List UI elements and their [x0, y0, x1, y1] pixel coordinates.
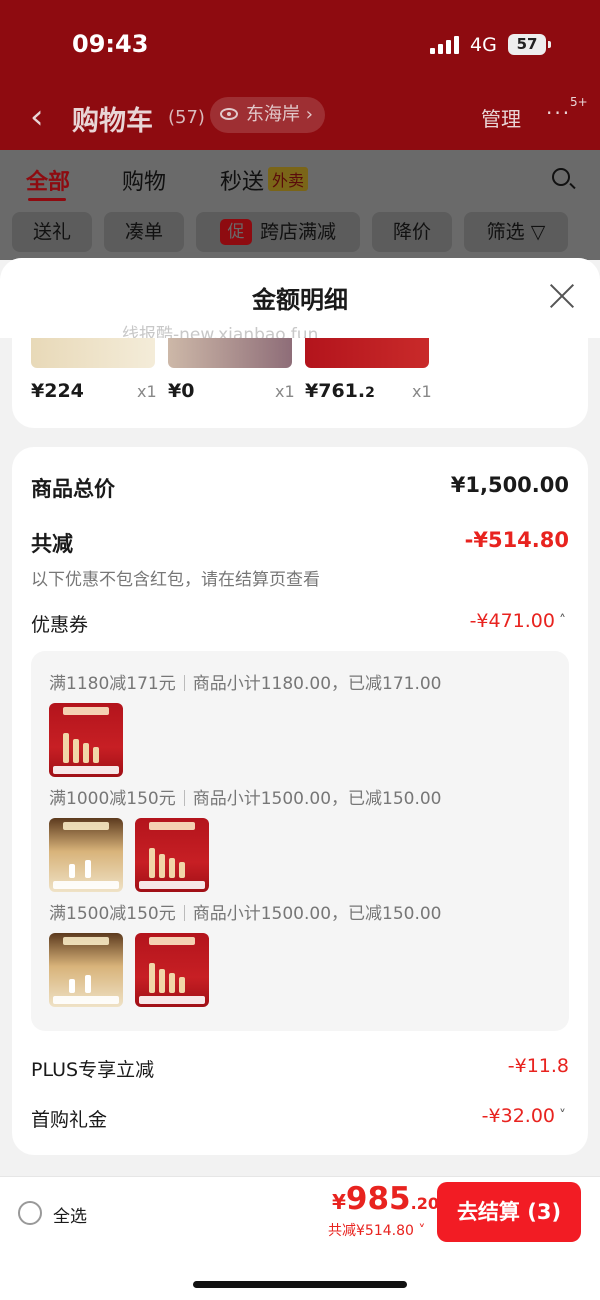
product-thumbnail [305, 338, 429, 368]
plus-value: -¥11.8 [507, 1055, 569, 1077]
filter-bundle[interactable]: 凑单 [104, 212, 184, 252]
coupon-rule: 满1180减171元 [49, 674, 176, 694]
eye-icon [220, 108, 238, 120]
product-price-main: ¥761. [305, 380, 366, 402]
coupon-detail-box: 满1180减171元 商品小计1180.00，已减171.00 满1000减150… [31, 651, 569, 1031]
product-qty: x1 [275, 382, 295, 401]
coupon-label: 优惠券 [31, 614, 89, 636]
location-label: 东海岸 [246, 104, 300, 125]
chevron-up-icon: ˄ [559, 613, 566, 629]
home-indicator [193, 1281, 407, 1288]
pay-decimal: .20 [410, 1194, 439, 1213]
first-gift-toggle[interactable]: -¥32.00 ˅ [482, 1105, 566, 1127]
product-qty: x1 [412, 382, 432, 401]
checkout-button[interactable]: 去结算 (3) [437, 1182, 581, 1242]
nav-header: ‹ 购物车 (57) 东海岸 › 管理 ··· 5+ [0, 85, 600, 145]
select-all-label[interactable]: 全选 [53, 1202, 87, 1227]
cart-count: (57) [168, 107, 205, 128]
product-strip: ¥224 x1 ¥0 x1 ¥761.2 x1 [12, 338, 588, 428]
filter-cross-store[interactable]: 促跨店满减 [196, 212, 360, 252]
product-price: ¥0 [168, 380, 195, 402]
sheet-header: 金额明细 线报酷-new.xianbao.fun [0, 258, 600, 345]
coupon-rule: 满1000减150元 [49, 789, 176, 809]
takeout-tag: 外卖 [268, 167, 309, 191]
product-qty: x1 [137, 382, 157, 401]
product-thumbnail [31, 338, 155, 368]
filter-price-drop[interactable]: 降价 [372, 212, 452, 252]
filter-label: 筛选 [486, 221, 525, 243]
coupon-detail: 商品小计1180.00，已减171.00 [192, 674, 442, 694]
status-time: 09:43 [72, 30, 149, 58]
coupon-product-thumbnail [135, 933, 209, 1007]
reduce-summary-text: 共减¥514.80 [328, 1223, 414, 1239]
coupon-toggle[interactable]: -¥471.00 ˄ [470, 610, 566, 632]
signal-icon [430, 36, 462, 54]
more-icon[interactable]: ··· [546, 101, 571, 125]
chevron-down-icon: ˅ [559, 1108, 566, 1124]
manage-button[interactable]: 管理 [481, 103, 521, 132]
status-bar: 09:43 4G 57 [0, 0, 600, 80]
page-title: 购物车 [72, 106, 153, 137]
product-price-decimal: 2 [365, 385, 375, 401]
first-gift-label: 首购礼金 [31, 1109, 108, 1131]
pay-total: ¥985.20 [332, 1181, 439, 1217]
close-icon[interactable] [548, 282, 576, 310]
filter-cross-store-label: 跨店满减 [259, 221, 336, 243]
tab-instant[interactable]: 秒送 外卖 [220, 164, 309, 196]
search-icon[interactable] [552, 168, 570, 186]
product-price: ¥761.2 [305, 380, 375, 402]
reduce-value: -¥514.80 [464, 528, 569, 552]
coupon-rule-line: 满1180减171元 商品小计1180.00，已减171.00 [49, 669, 442, 694]
amount-detail-sheet: 金额明细 线报酷-new.xianbao.fun ¥224 x1 ¥0 x1 ¥… [0, 258, 600, 1176]
notification-badge: 5+ [570, 95, 588, 109]
coupon-rule-line: 满1000减150元 商品小计1500.00，已减150.00 [49, 784, 442, 809]
chevron-down-icon: ˅ [413, 1223, 426, 1239]
price-breakdown-card: 商品总价 ¥1,500.00 共减 -¥514.80 以下优惠不包含红包，请在结… [12, 447, 588, 1155]
coupon-rule: 满1500减150元 [49, 904, 176, 924]
reduce-label: 共减 [31, 532, 73, 556]
reduce-note: 以下优惠不包含红包，请在结算页查看 [31, 570, 320, 590]
promo-icon: 促 [219, 219, 252, 245]
coupon-detail: 商品小计1500.00，已减150.00 [192, 789, 442, 809]
coupon-detail: 商品小计1500.00，已减150.00 [192, 904, 442, 924]
filter-gift[interactable]: 送礼 [12, 212, 92, 252]
chevron-right-icon: › [305, 104, 313, 125]
tab-instant-label: 秒送 [220, 170, 265, 195]
product-thumbnail [168, 338, 292, 368]
checkout-bar: 全选 ¥985.20 共减¥514.80 ˅ 去结算 (3) [0, 1176, 600, 1300]
coupon-value: -¥471.00 [469, 610, 555, 632]
coupon-product-thumbnail [135, 818, 209, 892]
first-gift-value: -¥32.00 [481, 1105, 555, 1127]
coupon-product-thumbnail [49, 703, 123, 777]
back-icon[interactable]: ‹ [30, 97, 44, 137]
location-selector[interactable]: 东海岸 › [210, 97, 325, 133]
total-label: 商品总价 [31, 477, 115, 501]
coupon-rule-line: 满1500减150元 商品小计1500.00，已减150.00 [49, 899, 442, 924]
plus-label: PLUS专享立减 [31, 1059, 155, 1081]
reduce-summary[interactable]: 共减¥514.80 ˅ [328, 1220, 425, 1240]
pay-symbol: ¥ [332, 1190, 346, 1214]
cart-header-area: 09:43 4G 57 ‹ 购物车 (57) 东海岸 › 管理 ··· 5+ [0, 0, 600, 150]
coupon-product-thumbnail [49, 818, 123, 892]
battery-icon: 57 [508, 34, 551, 55]
product-price: ¥224 [31, 380, 84, 402]
sheet-title: 金额明细 [252, 286, 348, 314]
select-all-checkbox[interactable] [18, 1201, 42, 1225]
tab-shopping[interactable]: 购物 [122, 164, 166, 196]
pay-int: 985 [345, 1181, 411, 1217]
network-type: 4G [470, 34, 497, 56]
filter-funnel-icon: ▽ [530, 221, 546, 243]
tab-all[interactable]: 全部 [26, 164, 70, 196]
coupon-product-thumbnail [49, 933, 123, 1007]
total-value: ¥1,500.00 [450, 473, 569, 497]
cart-tabs-area: 全部 购物 秒送 外卖 送礼 凑单 促跨店满减 降价 筛选 ▽ [0, 150, 600, 260]
tab-active-indicator [28, 198, 66, 201]
filter-button[interactable]: 筛选 ▽ [464, 212, 568, 252]
